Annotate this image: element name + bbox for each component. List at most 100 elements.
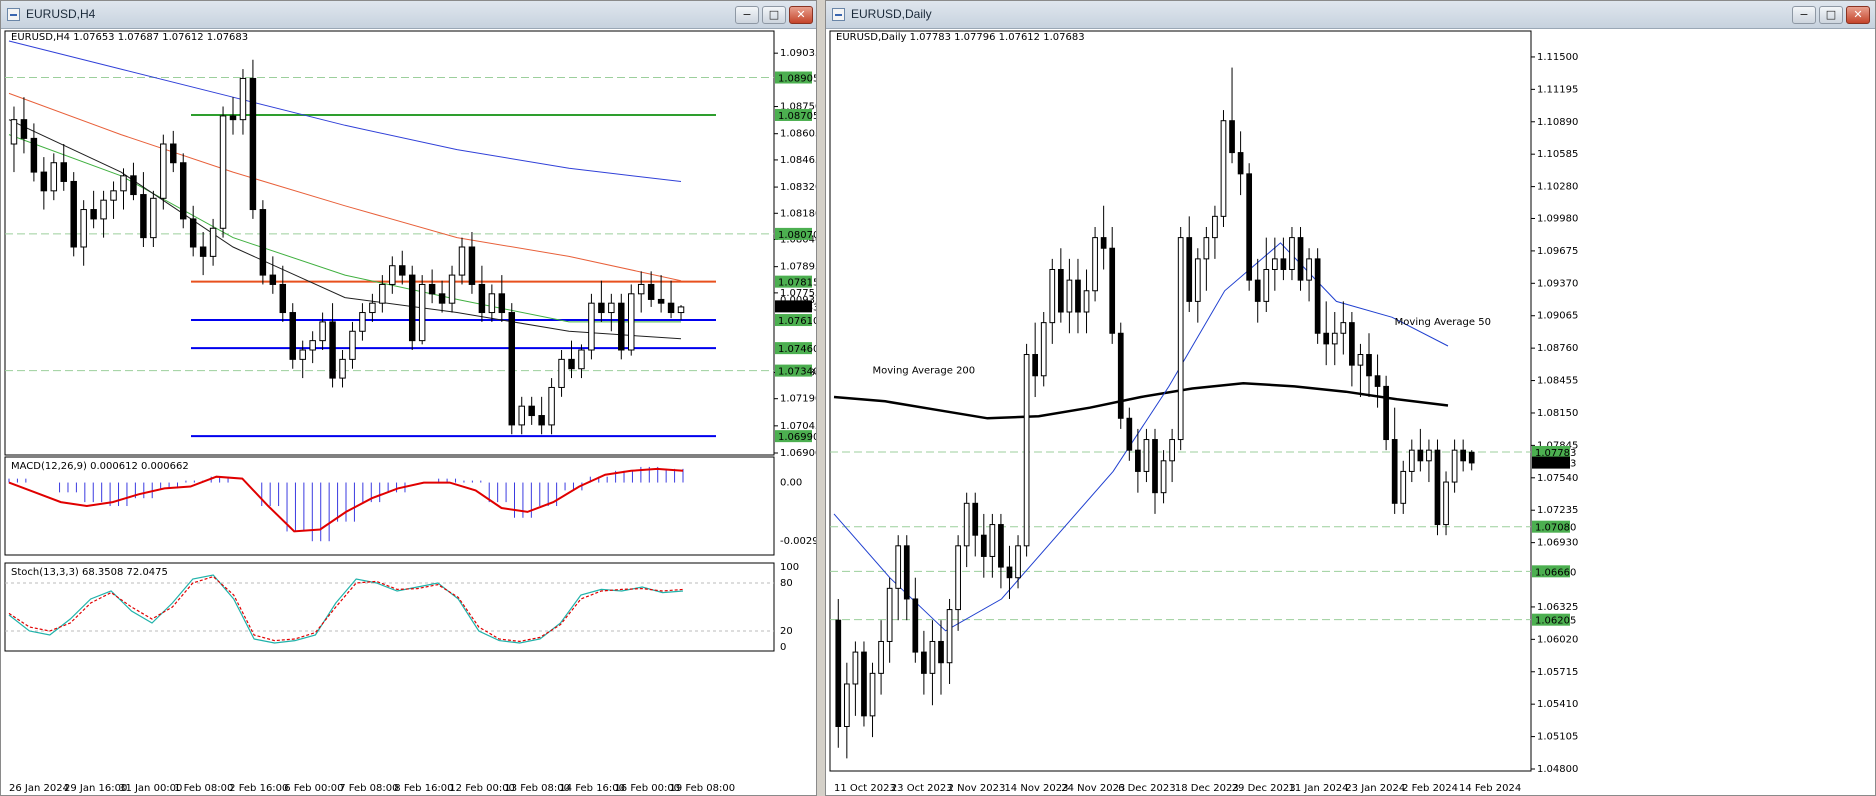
candle[interactable] bbox=[538, 415, 545, 426]
candle[interactable] bbox=[618, 302, 625, 351]
candle[interactable] bbox=[1015, 545, 1021, 579]
candle[interactable] bbox=[90, 209, 97, 220]
candle[interactable] bbox=[647, 283, 655, 300]
candle[interactable] bbox=[389, 265, 396, 285]
candle[interactable] bbox=[289, 312, 296, 360]
candle[interactable] bbox=[100, 199, 107, 220]
candle[interactable] bbox=[628, 293, 635, 351]
candle[interactable] bbox=[1169, 439, 1175, 462]
close-button[interactable]: ✕ bbox=[1846, 6, 1870, 24]
candle[interactable] bbox=[1417, 449, 1424, 462]
candle[interactable] bbox=[1126, 417, 1133, 451]
candle[interactable] bbox=[408, 274, 416, 342]
candle[interactable] bbox=[1057, 268, 1064, 313]
candle[interactable] bbox=[1032, 354, 1039, 377]
candle[interactable] bbox=[458, 246, 466, 276]
candle[interactable] bbox=[498, 293, 506, 314]
candle[interactable] bbox=[1271, 258, 1278, 270]
candle[interactable] bbox=[578, 349, 585, 370]
candle[interactable] bbox=[418, 283, 426, 342]
candle[interactable] bbox=[1280, 258, 1287, 270]
candle[interactable] bbox=[1366, 354, 1372, 377]
candle[interactable] bbox=[1314, 258, 1321, 334]
candle[interactable] bbox=[843, 683, 850, 727]
candle[interactable] bbox=[399, 265, 406, 276]
candle[interactable] bbox=[946, 609, 953, 664]
candle[interactable] bbox=[1468, 451, 1475, 464]
candle[interactable] bbox=[1109, 247, 1116, 334]
candle[interactable] bbox=[219, 115, 227, 229]
candle[interactable] bbox=[1254, 279, 1261, 302]
candle[interactable] bbox=[568, 358, 575, 370]
candle[interactable] bbox=[319, 321, 326, 342]
candle[interactable] bbox=[239, 77, 247, 121]
candle[interactable] bbox=[160, 143, 167, 199]
candle[interactable] bbox=[903, 545, 910, 600]
candle[interactable] bbox=[339, 358, 346, 379]
candle[interactable] bbox=[998, 524, 1004, 568]
candle[interactable] bbox=[1212, 215, 1218, 239]
candle[interactable] bbox=[249, 77, 257, 211]
candle[interactable] bbox=[1331, 332, 1338, 345]
candle[interactable] bbox=[60, 162, 67, 182]
candle[interactable] bbox=[1135, 449, 1141, 472]
candle[interactable] bbox=[508, 312, 516, 426]
candle[interactable] bbox=[1391, 439, 1398, 504]
candle[interactable] bbox=[1092, 237, 1098, 292]
candle[interactable] bbox=[895, 545, 902, 589]
candle[interactable] bbox=[309, 340, 316, 351]
candle[interactable] bbox=[1400, 470, 1407, 504]
candle[interactable] bbox=[80, 209, 87, 248]
candle[interactable] bbox=[1323, 332, 1330, 345]
minimize-button[interactable]: − bbox=[735, 6, 759, 24]
candle[interactable] bbox=[1357, 354, 1364, 366]
candle[interactable] bbox=[189, 218, 197, 248]
candle[interactable] bbox=[110, 190, 117, 201]
candle[interactable] bbox=[259, 209, 267, 276]
daily-chart-canvas[interactable]: 1.11500 1.11195 1.10890 1.10585 1.10280 1.099… bbox=[826, 29, 1875, 795]
candle[interactable] bbox=[1443, 481, 1449, 526]
candle[interactable] bbox=[140, 194, 147, 239]
candle[interactable] bbox=[478, 283, 486, 314]
window-titlebar[interactable]: EURUSD,H4 − □ ✕ bbox=[1, 1, 816, 29]
candle[interactable] bbox=[1460, 449, 1467, 462]
candle[interactable] bbox=[229, 115, 237, 121]
candle[interactable] bbox=[1289, 237, 1295, 270]
candle[interactable] bbox=[1383, 385, 1389, 441]
candle[interactable] bbox=[329, 321, 336, 379]
candle[interactable] bbox=[1349, 322, 1355, 366]
candle[interactable] bbox=[10, 119, 18, 145]
candle[interactable] bbox=[1186, 237, 1193, 302]
candle[interactable] bbox=[299, 349, 306, 360]
candle[interactable] bbox=[852, 651, 859, 685]
chart-window-daily[interactable]: EURUSD,Daily − □ ✕ 1.11500 1.11195 1.10890… bbox=[825, 0, 1876, 796]
candle[interactable] bbox=[912, 598, 919, 653]
candle[interactable] bbox=[608, 302, 615, 314]
candle[interactable] bbox=[1220, 120, 1227, 217]
candle[interactable] bbox=[1006, 566, 1013, 579]
candle[interactable] bbox=[980, 534, 987, 557]
candle[interactable] bbox=[269, 274, 277, 285]
candle[interactable] bbox=[1237, 152, 1244, 175]
candle[interactable] bbox=[1434, 449, 1441, 526]
candle[interactable] bbox=[379, 283, 386, 304]
candle[interactable] bbox=[209, 227, 217, 257]
candle[interactable] bbox=[1297, 237, 1304, 281]
candle[interactable] bbox=[448, 274, 456, 304]
candle[interactable] bbox=[929, 640, 936, 674]
candle[interactable] bbox=[70, 180, 77, 248]
candle[interactable] bbox=[1066, 279, 1073, 313]
candle[interactable] bbox=[938, 640, 944, 664]
candle[interactable] bbox=[40, 171, 48, 192]
maximize-button[interactable]: □ bbox=[1819, 6, 1843, 24]
candle[interactable] bbox=[369, 302, 376, 314]
candle[interactable] bbox=[835, 619, 842, 727]
candle[interactable] bbox=[1374, 375, 1381, 387]
candle[interactable] bbox=[279, 283, 287, 314]
candle[interactable] bbox=[989, 524, 996, 557]
candle[interactable] bbox=[1083, 290, 1090, 313]
chart-window-h4[interactable]: EURUSD,H4 − □ ✕ 1.090351.087501.086051.0… bbox=[0, 0, 817, 796]
candle[interactable] bbox=[1049, 268, 1056, 324]
candle[interactable] bbox=[548, 386, 555, 426]
candle[interactable] bbox=[428, 283, 436, 295]
